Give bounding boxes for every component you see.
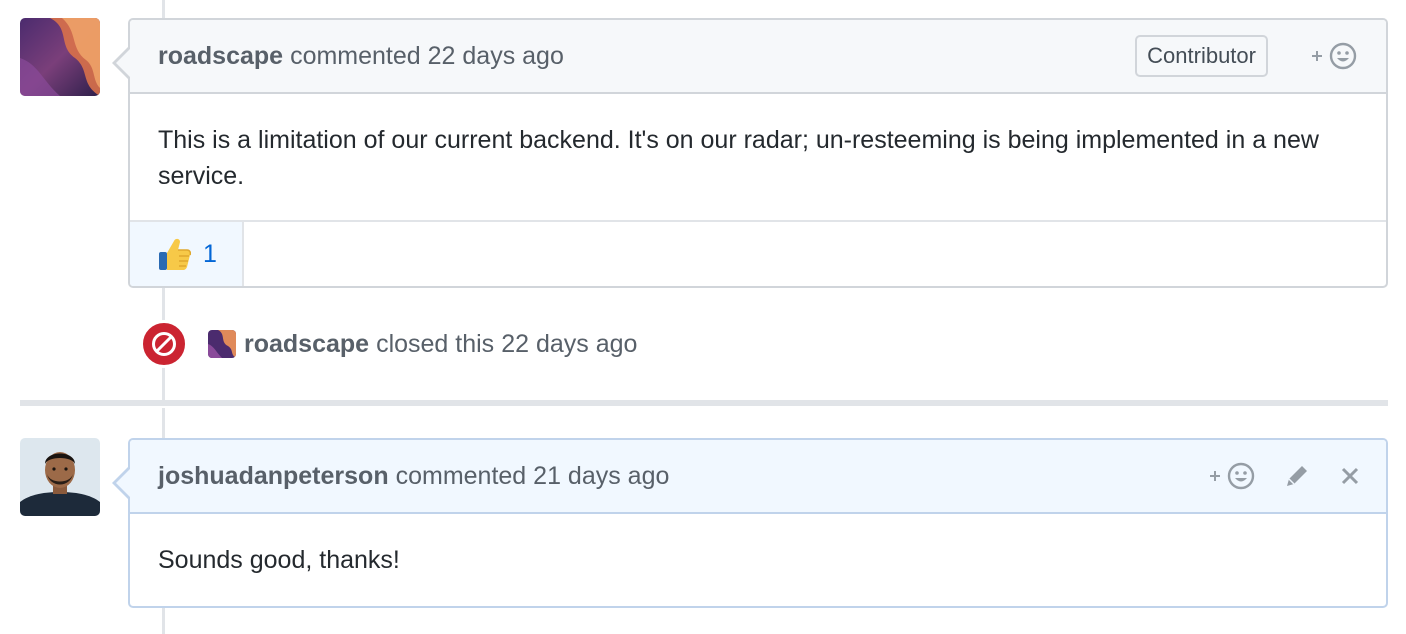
comment-body: This is a limitation of our current back… — [158, 126, 1319, 190]
smiley-plus-icon[interactable] — [1208, 461, 1258, 491]
reaction-thumbs-up-button[interactable]: 1 — [130, 222, 244, 286]
timeline-divider — [20, 400, 1388, 406]
reaction-count: 1 — [203, 239, 217, 268]
close-icon[interactable] — [1340, 466, 1360, 486]
comment-header: roadscape commented 22 days ago Contribut… — [130, 20, 1386, 94]
contributor-badge: Contributor — [1135, 35, 1268, 77]
circle-slash-icon — [140, 320, 188, 368]
comment-author[interactable]: roadscape — [158, 42, 283, 70]
comment-header: joshuadanpeterson commented 21 days ago — [130, 440, 1386, 514]
pencil-icon[interactable] — [1284, 463, 1310, 489]
reactions-bar: 1 — [130, 220, 1386, 286]
event-timestamp[interactable]: 22 days ago — [501, 330, 637, 359]
comment-action: commented — [395, 461, 527, 490]
mini-avatar-roadscape[interactable] — [208, 330, 236, 358]
comment-timestamp[interactable]: 22 days ago — [428, 42, 564, 70]
comment-roadscape: roadscape commented 22 days ago Contribut… — [112, 18, 1388, 288]
event-action: closed this — [376, 329, 495, 358]
event-author[interactable]: roadscape — [244, 330, 369, 359]
closed-event: roadscape closed this 22 days ago — [140, 320, 637, 368]
avatar-roadscape[interactable] — [20, 18, 100, 96]
comment-body: Sounds good, thanks! — [158, 546, 400, 574]
comment-action: commented — [290, 41, 421, 70]
comment-timestamp[interactable]: 21 days ago — [533, 462, 669, 490]
thumbs-up-icon — [157, 236, 191, 272]
avatar-joshuadanpeterson[interactable] — [20, 438, 100, 516]
comment-joshuadanpeterson: joshuadanpeterson commented 21 days ago S — [112, 438, 1388, 608]
comment-author[interactable]: joshuadanpeterson — [158, 462, 389, 490]
smiley-plus-icon[interactable] — [1310, 41, 1360, 71]
